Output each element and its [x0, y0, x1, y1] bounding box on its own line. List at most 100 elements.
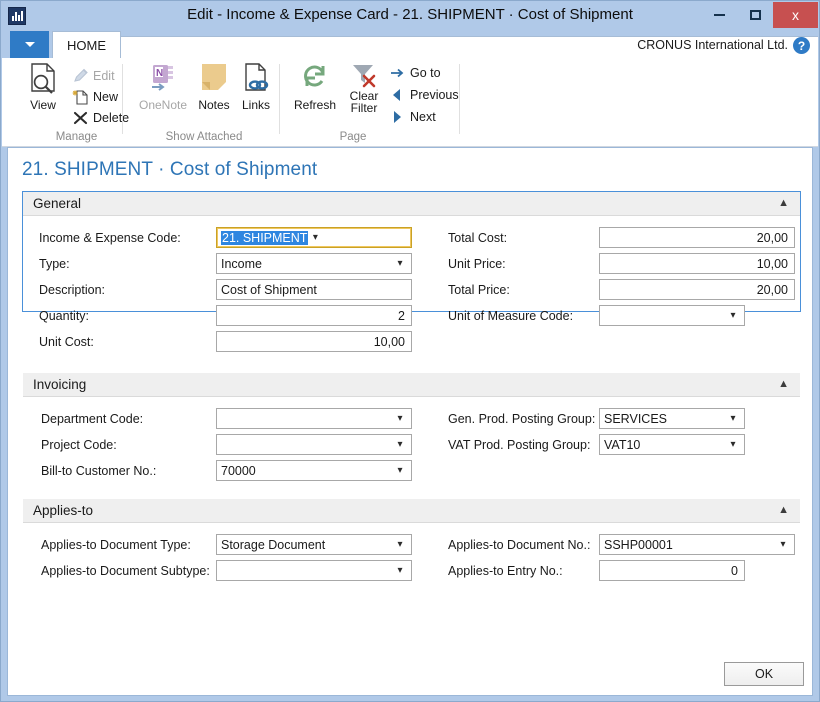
help-icon[interactable]: ? — [793, 37, 810, 54]
chevron-down-icon[interactable]: ▾ — [726, 413, 740, 424]
ribbon-group-show-attached: N OneNote Notes Links Show Attached — [130, 58, 278, 146]
label-quantity: Quantity: — [39, 309, 90, 323]
arrow-left-icon — [389, 87, 406, 103]
input-applies-to-entry-no-value: 0 — [731, 563, 738, 578]
ribbon-separator-1 — [122, 64, 123, 134]
label-total-price: Total Price: — [448, 283, 510, 297]
chevron-down-icon[interactable]: ▾ — [308, 232, 322, 243]
quick-access-dropdown-button[interactable] — [10, 31, 49, 58]
input-applies-to-document-no[interactable]: SSHP00001 ▾ — [599, 534, 795, 555]
input-total-cost-value: 20,00 — [756, 230, 788, 245]
ribbon-group-manage: View Edit New Delete Manage — [10, 58, 143, 146]
label-bill-to-customer-no: Bill-to Customer No.: — [41, 464, 157, 478]
content-area: 21. SHIPMENT · Cost of Shipment General … — [7, 147, 813, 696]
input-unit-price[interactable]: 10,00 — [599, 253, 795, 274]
close-button[interactable]: x — [773, 2, 818, 28]
input-total-cost[interactable]: 20,00 — [599, 227, 795, 248]
label-description: Description: — [39, 283, 105, 297]
input-bill-to-customer-no[interactable]: 70000 ▾ — [216, 460, 412, 481]
tab-home[interactable]: HOME — [52, 31, 121, 58]
page-link-icon — [245, 63, 269, 91]
chevron-down-icon[interactable]: ▾ — [776, 539, 790, 550]
label-project-code: Project Code: — [41, 438, 117, 452]
chevron-down-icon[interactable]: ▾ — [726, 310, 740, 321]
input-applies-to-document-subtype[interactable]: ▾ — [216, 560, 412, 581]
section-applies-to-title: Applies-to — [33, 503, 94, 518]
delete-button[interactable]: Delete — [72, 108, 129, 127]
page-title: 21. SHIPMENT · Cost of Shipment — [22, 159, 318, 180]
input-unit-cost[interactable]: 10,00 — [216, 331, 412, 352]
chevron-down-icon[interactable]: ▾ — [393, 413, 407, 424]
input-total-price[interactable]: 20,00 — [599, 279, 795, 300]
previous-button[interactable]: Previous — [389, 85, 459, 104]
refresh-button[interactable]: Refresh — [288, 62, 342, 112]
input-applies-to-entry-no[interactable]: 0 — [599, 560, 745, 581]
input-description[interactable]: Cost of Shipment — [216, 279, 412, 300]
ribbon-group-page: Refresh Clear Filter Go to Previous Next… — [286, 58, 459, 146]
pencil-icon — [72, 68, 89, 84]
input-unit-of-measure-code[interactable]: ▾ — [599, 305, 745, 326]
label-applies-to-entry-no: Applies-to Entry No.: — [448, 564, 563, 578]
input-vat-prod-posting-group-value: VAT10 — [604, 437, 641, 452]
chevron-down-icon[interactable]: ▾ — [393, 539, 407, 550]
next-button[interactable]: Next — [389, 107, 436, 126]
input-quantity[interactable]: 2 — [216, 305, 412, 326]
ribbon-group-page-label: Page — [339, 131, 367, 143]
onenote-button[interactable]: N OneNote — [130, 62, 196, 112]
arrow-right-filled-icon — [389, 109, 406, 125]
section-applies-to: Applies-to ▲ Applies-to Document Type: S… — [22, 498, 801, 581]
chevron-down-icon[interactable]: ▾ — [393, 465, 407, 476]
maximize-button[interactable] — [737, 2, 773, 28]
go-to-button[interactable]: Go to — [389, 63, 441, 82]
chevron-up-icon[interactable]: ▲ — [778, 505, 789, 516]
input-vat-prod-posting-group[interactable]: VAT10 ▾ — [599, 434, 745, 455]
ribbon-separator-3 — [459, 64, 460, 134]
chevron-down-icon[interactable]: ▾ — [393, 439, 407, 450]
ribbon-tab-strip: HOME CRONUS International Ltd. ? — [2, 29, 818, 58]
clear-filter-button[interactable]: Clear Filter — [340, 62, 388, 114]
notes-button-label: Notes — [198, 98, 230, 112]
ribbon-separator-2 — [279, 64, 280, 134]
minimize-button[interactable] — [701, 2, 737, 28]
label-applies-to-document-subtype: Applies-to Document Subtype: — [41, 564, 210, 578]
input-type-value: Income — [221, 256, 262, 271]
section-invoicing: Invoicing ▲ Department Code: ▾ Project C… — [22, 372, 801, 481]
links-button[interactable]: Links — [234, 62, 278, 112]
chevron-up-icon[interactable]: ▲ — [778, 198, 789, 209]
input-applies-to-document-no-value: SSHP00001 — [604, 537, 673, 552]
input-project-code[interactable]: ▾ — [216, 434, 412, 455]
section-general-body: Income & Expense Code: 21. SHIPMENT ▾ Ty… — [23, 216, 800, 352]
label-unit-cost: Unit Cost: — [39, 335, 94, 349]
svg-text:N: N — [156, 68, 163, 79]
section-invoicing-header[interactable]: Invoicing ▲ — [23, 373, 800, 397]
section-applies-to-header[interactable]: Applies-to ▲ — [23, 499, 800, 523]
view-button[interactable]: View — [18, 62, 68, 112]
input-description-value: Cost of Shipment — [221, 282, 317, 297]
application-window: Edit - Income & Expense Card - 21. SHIPM… — [0, 0, 820, 702]
chevron-down-icon[interactable]: ▾ — [726, 439, 740, 450]
new-button[interactable]: New — [72, 87, 118, 106]
section-invoicing-title: Invoicing — [33, 377, 87, 392]
label-applies-to-document-type: Applies-to Document Type: — [41, 538, 191, 552]
input-applies-to-document-type[interactable]: Storage Document ▾ — [216, 534, 412, 555]
section-general-header[interactable]: General ▲ — [23, 192, 800, 216]
new-page-icon — [72, 89, 89, 105]
chevron-down-icon[interactable]: ▾ — [393, 565, 407, 576]
input-income-expense-code[interactable]: 21. SHIPMENT ▾ — [216, 227, 412, 248]
close-icon: x — [792, 7, 799, 23]
input-applies-to-document-type-value: Storage Document — [221, 537, 326, 552]
input-department-code[interactable]: ▾ — [216, 408, 412, 429]
onenote-button-label: OneNote — [138, 98, 188, 112]
ok-button[interactable]: OK — [724, 662, 804, 686]
input-gen-prod-posting-group-value: SERVICES — [604, 411, 667, 426]
ok-button-label: OK — [754, 667, 774, 681]
edit-button[interactable]: Edit — [72, 66, 115, 85]
input-gen-prod-posting-group[interactable]: SERVICES ▾ — [599, 408, 745, 429]
next-button-label: Next — [410, 109, 436, 124]
label-income-expense-code: Income & Expense Code: — [39, 231, 181, 245]
chevron-up-icon[interactable]: ▲ — [778, 379, 789, 390]
chevron-down-icon[interactable]: ▾ — [393, 258, 407, 269]
input-type[interactable]: Income ▾ — [216, 253, 412, 274]
notes-button[interactable]: Notes — [192, 62, 236, 112]
section-applies-to-body: Applies-to Document Type: Storage Docume… — [23, 523, 800, 581]
